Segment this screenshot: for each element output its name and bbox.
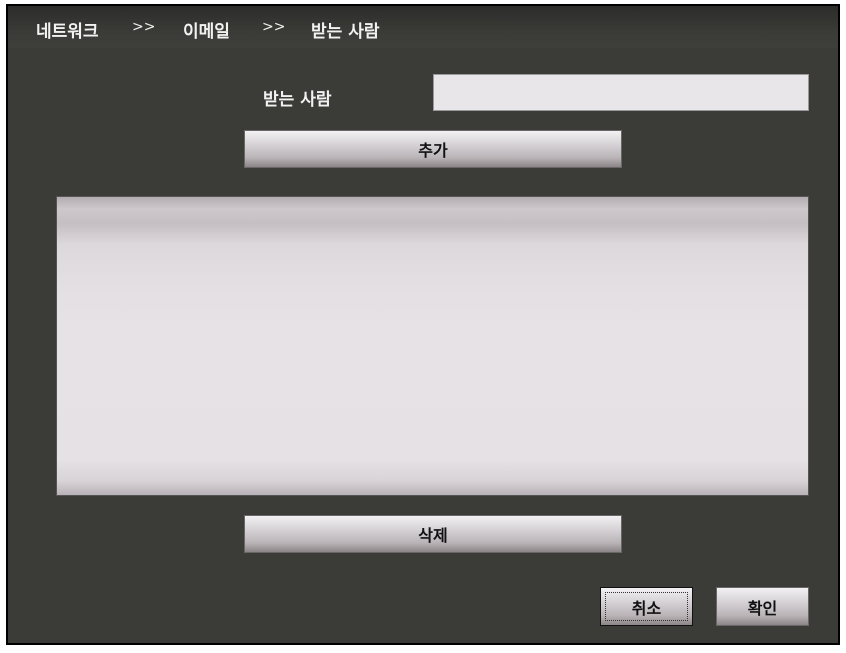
breadcrumb-separator: >> bbox=[132, 19, 156, 35]
add-button-label: 추가 bbox=[418, 141, 448, 160]
recipient-list[interactable] bbox=[56, 196, 809, 496]
breadcrumb: 네트워크 >> 이메일 >> 받는 사람 bbox=[8, 6, 838, 48]
recipient-label: 받는 사람 bbox=[263, 90, 332, 110]
cancel-button-label: 취소 bbox=[631, 598, 662, 618]
breadcrumb-item-recipient: 받는 사람 bbox=[311, 22, 380, 42]
ok-button[interactable]: 확인 bbox=[716, 587, 809, 626]
delete-button-label: 삭제 bbox=[418, 526, 448, 545]
breadcrumb-item-email: 이메일 bbox=[183, 22, 230, 42]
breadcrumb-item-network: 네트워크 bbox=[36, 22, 99, 42]
add-button[interactable]: 추가 bbox=[244, 130, 622, 168]
recipient-input[interactable] bbox=[433, 74, 809, 111]
ok-button-label: 확인 bbox=[747, 598, 778, 618]
cancel-button[interactable]: 취소 bbox=[600, 587, 693, 626]
breadcrumb-separator: >> bbox=[262, 19, 286, 35]
delete-button[interactable]: 삭제 bbox=[244, 515, 622, 553]
recipient-dialog: 네트워크 >> 이메일 >> 받는 사람 받는 사람 추가 삭제 취소 확인 bbox=[6, 4, 840, 645]
